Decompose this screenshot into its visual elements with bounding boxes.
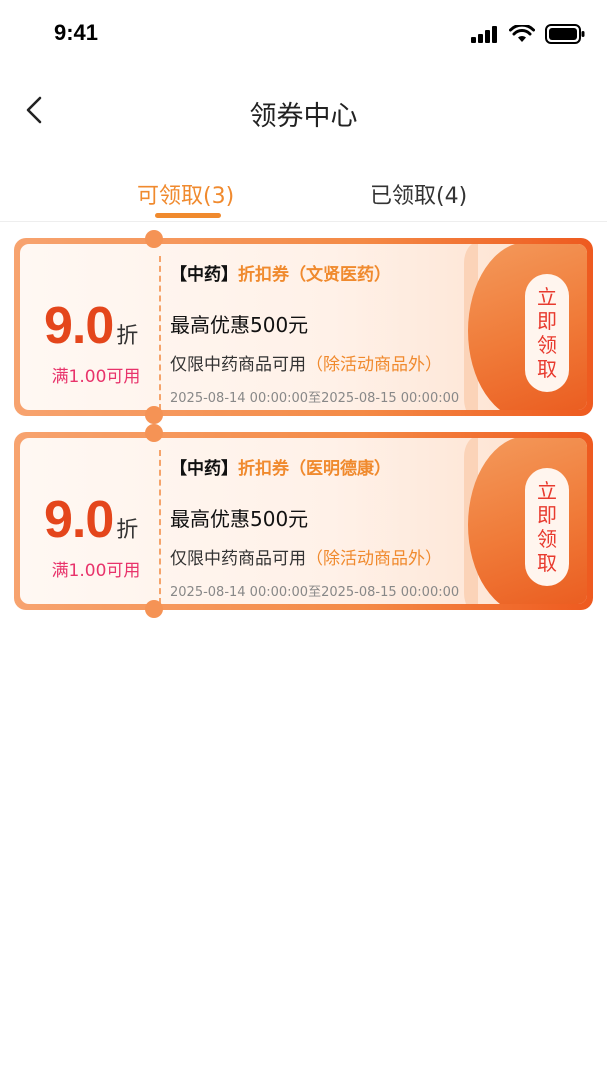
coupon-card: 9.0 折 满1.00可用 【中药】折扣券（医明德康） 最高优惠500元 仅限中…: [14, 424, 593, 618]
tab-bar: 可领取(3) 已领取(4): [0, 170, 607, 222]
coupon-body: 9.0 折 满1.00可用 【中药】折扣券（文贤医药） 最高优惠500元 仅限中…: [20, 244, 587, 410]
coupon-notch-top: [145, 424, 163, 442]
coupon-scope: 仅限中药商品可用（除活动商品外）: [170, 544, 500, 569]
claim-button-char: 立: [537, 285, 557, 309]
active-tab-indicator: [155, 213, 221, 218]
coupon-divider: [159, 450, 161, 604]
coupon-scope-text: 仅限中药商品可用: [170, 355, 306, 375]
coupon-notch-top: [145, 230, 163, 248]
coupon-scope: 仅限中药商品可用（除活动商品外）: [170, 350, 500, 375]
coupon-threshold: 满1.00可用: [51, 367, 141, 387]
coupon-divider: [159, 256, 161, 410]
claim-button-char: 取: [537, 551, 557, 575]
nav-bar: 领券中心: [0, 80, 607, 140]
status-time: 9:41: [54, 20, 99, 45]
discount-number: 9.0: [44, 491, 114, 549]
coupon-max-discount: 最高优惠500元: [170, 507, 309, 531]
coupon-exclusion: （除活动商品外）: [306, 549, 442, 569]
battery-icon: [545, 24, 585, 44]
coupon-notch-bottom: [145, 600, 163, 618]
coupon-category: 【中药】: [170, 265, 238, 285]
coupon-validity: 2025-08-14 00:00:00至2025-08-15 00:00:00: [170, 391, 460, 406]
coupon-validity: 2025-08-14 00:00:00至2025-08-15 00:00:00: [170, 585, 460, 600]
coupon-info: 【中药】折扣券（医明德康） 最高优惠500元 仅限中药商品可用（除活动商品外） …: [170, 454, 500, 600]
coupon-body: 9.0 折 满1.00可用 【中药】折扣券（医明德康） 最高优惠500元 仅限中…: [20, 438, 587, 604]
claim-button-char: 领: [537, 527, 557, 551]
coupon-category: 【中药】: [170, 459, 238, 479]
coupon-max-discount: 最高优惠500元: [170, 313, 309, 337]
coupon-title: 【中药】折扣券（医明德康）: [170, 454, 500, 479]
discount-value: 9.0 折: [44, 490, 154, 550]
coupon-threshold: 满1.00可用: [51, 561, 141, 581]
discount-unit: 折: [116, 324, 139, 349]
discount-unit: 折: [116, 518, 139, 543]
coupon-type: 折扣券（文贤医药）: [238, 265, 391, 285]
discount-value: 9.0 折: [44, 296, 154, 356]
coupon-info: 【中药】折扣券（文贤医药） 最高优惠500元 仅限中药商品可用（除活动商品外） …: [170, 260, 500, 406]
claim-button-char: 领: [537, 333, 557, 357]
discount-number: 9.0: [44, 297, 114, 355]
claim-button-char: 即: [537, 503, 557, 527]
signal-icon: [471, 26, 497, 43]
claim-button-char: 即: [537, 309, 557, 333]
page-title: 领券中心: [249, 101, 358, 132]
claim-button[interactable]: 立即领取: [525, 274, 569, 392]
coupon-title: 【中药】折扣券（文贤医药）: [170, 260, 500, 285]
coupon-card: 9.0 折 满1.00可用 【中药】折扣券（文贤医药） 最高优惠500元 仅限中…: [14, 230, 593, 424]
status-icons: [471, 24, 585, 44]
status-bar: 9:41: [0, 0, 607, 70]
claim-button-char: 立: [537, 479, 557, 503]
tab-claimed[interactable]: 已领取(4): [370, 178, 467, 210]
claim-button[interactable]: 立即领取: [525, 468, 569, 586]
coupon-type: 折扣券（医明德康）: [238, 459, 391, 479]
wifi-icon: [509, 25, 535, 42]
coupon-notch-bottom: [145, 406, 163, 424]
coupon-scope-text: 仅限中药商品可用: [170, 549, 306, 569]
claim-button-char: 取: [537, 357, 557, 381]
coupon-exclusion: （除活动商品外）: [306, 355, 442, 375]
tab-claimable[interactable]: 可领取(3): [137, 178, 234, 210]
